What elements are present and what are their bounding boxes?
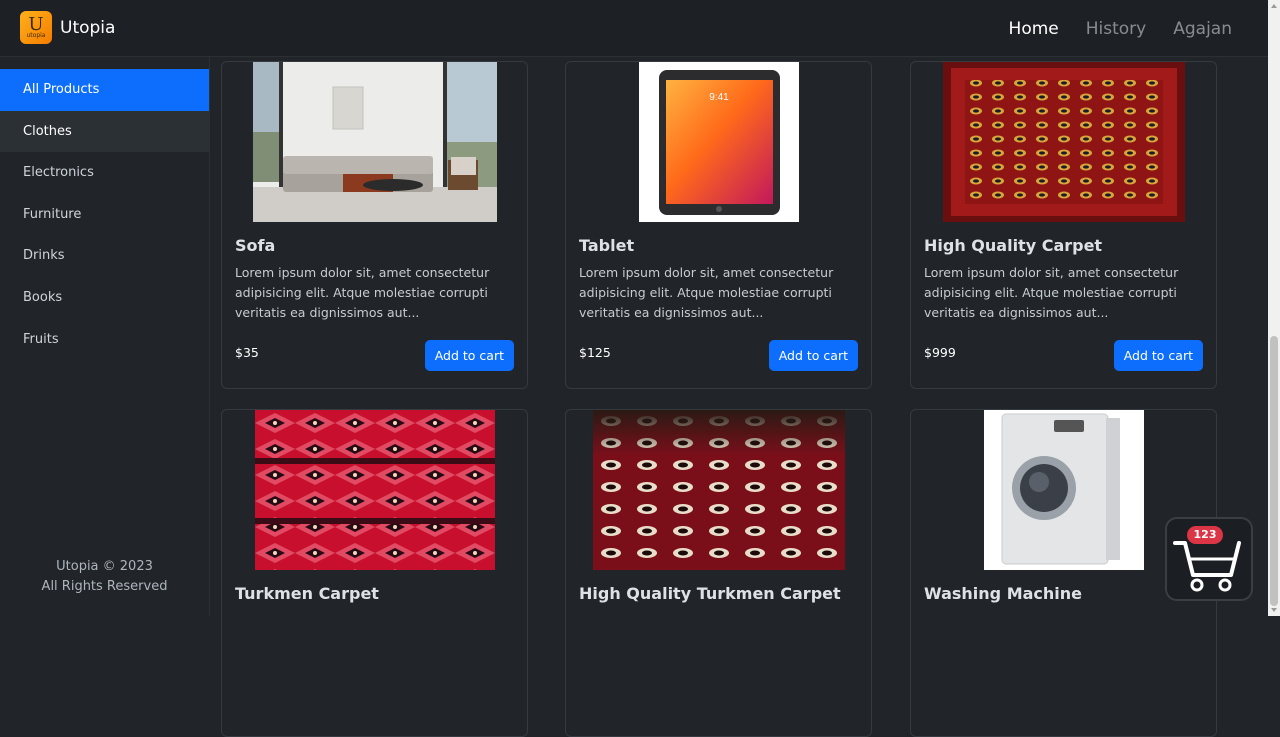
product-description: Lorem ipsum dolor sit, amet consectetur … [924,265,1179,320]
product-card-tablet: 9:41 Tablet Lorem ipsum dolor sit, amet … [565,61,872,389]
product-card-turkmen-carpet: Turkmen Carpet [221,409,528,737]
product-price: $35 [235,345,259,360]
page-scrollbar[interactable] [1268,0,1280,616]
product-image-washing-machine[interactable] [983,410,1144,570]
product-description: Lorem ipsum dolor sit, amet consectetur … [579,265,834,320]
add-to-cart-button[interactable]: Add to cart [768,340,858,371]
rights-reserved: All Rights Reserved [41,579,168,594]
nav-links: Home History Agajan [1009,19,1232,39]
brand-name: Utopia [60,17,116,38]
product-title: Sofa [235,236,276,255]
sidebar-item-books[interactable]: Books [0,277,209,319]
sidebar-item-fruits[interactable]: Fruits [0,319,209,361]
product-title: Turkmen Carpet [235,584,379,603]
nav-link-user[interactable]: Agajan [1173,19,1232,39]
logo-subtext: utopia [26,31,46,39]
navbar: U utopia Utopia Home History Agajan [0,0,1268,57]
product-image-carpet[interactable] [942,62,1185,222]
product-title: High Quality Turkmen Carpet [579,584,841,603]
product-image-turkmen-carpet[interactable] [254,410,495,570]
product-card-high-quality-carpet: High Quality Carpet Lorem ipsum dolor si… [910,61,1217,389]
sidebar-item-electronics[interactable]: Electronics [0,152,209,194]
product-image-sofa[interactable] [252,62,497,222]
sidebar-footer: Utopia © 2023 All Rights Reserved [0,557,209,597]
cart-count-badge: 123 [1187,526,1223,544]
product-image-high-quality-turkmen-carpet[interactable] [592,410,845,570]
scroll-thumb[interactable] [1270,336,1278,606]
copyright: Utopia © 2023 [56,559,153,574]
product-price: $999 [924,345,956,360]
scroll-up-arrow-icon[interactable] [1271,4,1277,8]
logo: U utopia [20,11,52,44]
brand[interactable]: U utopia Utopia [20,11,115,44]
product-title: Tablet [579,236,635,255]
product-card-high-quality-turkmen-carpet: High Quality Turkmen Carpet [565,409,872,737]
product-card-sofa: Sofa Lorem ipsum dolor sit, amet consect… [221,61,528,389]
product-title: Washing Machine [924,584,1083,603]
sidebar-item-all-products[interactable]: All Products [0,69,209,111]
logo-letter: U [28,13,44,35]
floating-cart-button[interactable]: 123 [1165,517,1253,601]
category-list: All Products Clothes Electronics Furnitu… [0,69,209,360]
sidebar-item-clothes[interactable]: Clothes [0,110,209,153]
add-to-cart-button[interactable]: Add to cart [1113,340,1203,371]
tablet-clock: 9:41 [709,92,729,103]
sidebar: All Products Clothes Electronics Furnitu… [0,57,210,616]
add-to-cart-button[interactable]: Add to cart [424,340,514,371]
scroll-down-arrow-icon[interactable] [1271,608,1277,612]
product-title: High Quality Carpet [924,236,1103,255]
product-description: Lorem ipsum dolor sit, amet consectetur … [235,265,490,320]
product-image-tablet[interactable]: 9:41 [638,62,799,222]
sidebar-item-furniture[interactable]: Furniture [0,194,209,236]
nav-link-history[interactable]: History [1086,19,1146,39]
product-price: $125 [579,345,611,360]
nav-link-home[interactable]: Home [1009,19,1059,39]
sidebar-item-drinks[interactable]: Drinks [0,235,209,277]
